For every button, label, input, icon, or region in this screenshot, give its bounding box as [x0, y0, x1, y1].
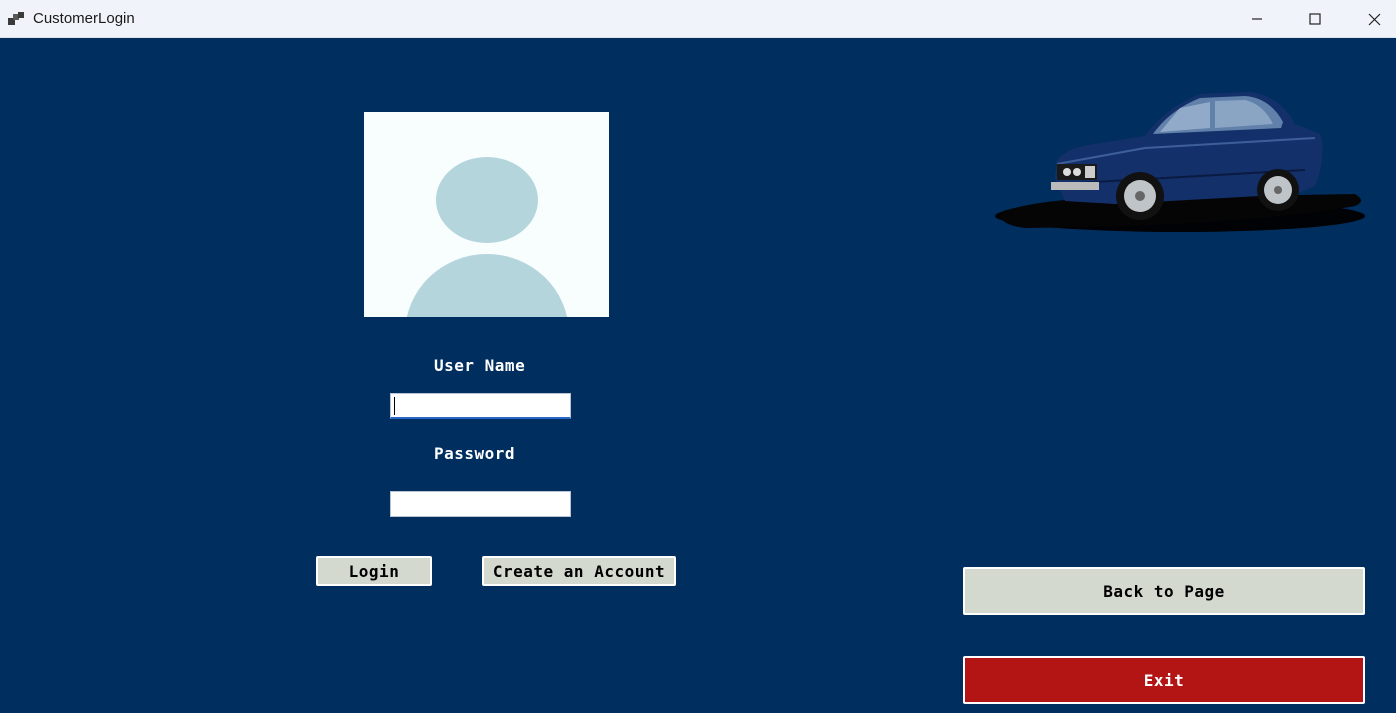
password-input[interactable]	[390, 491, 571, 517]
create-account-button[interactable]: Create an Account	[482, 556, 676, 586]
window-title: CustomerLogin	[33, 10, 135, 27]
login-button[interactable]: Login	[316, 556, 432, 586]
maximize-button[interactable]	[1286, 0, 1344, 38]
exit-button[interactable]: Exit	[963, 656, 1365, 704]
back-to-page-button-label: Back to Page	[1103, 581, 1225, 601]
app-icon	[8, 12, 24, 25]
create-account-button-label: Create an Account	[492, 561, 666, 581]
minimize-icon	[1252, 18, 1262, 20]
back-to-page-button[interactable]: Back to Page	[963, 567, 1365, 615]
text-caret	[394, 397, 395, 415]
password-label: Password	[434, 444, 516, 463]
exit-button-label: Exit	[1143, 670, 1185, 690]
title-bar: CustomerLogin	[0, 0, 1396, 38]
user-avatar-icon	[364, 112, 609, 317]
car-image	[995, 92, 1365, 232]
username-input[interactable]	[390, 393, 571, 419]
minimize-button[interactable]	[1228, 0, 1286, 38]
login-button-label: Login	[348, 561, 400, 581]
close-icon	[1368, 13, 1380, 25]
maximize-icon	[1309, 13, 1321, 25]
login-form: User Name Password Login Create an Accou…	[0, 38, 1396, 713]
close-button[interactable]	[1345, 0, 1396, 38]
username-label: User Name	[434, 356, 526, 375]
